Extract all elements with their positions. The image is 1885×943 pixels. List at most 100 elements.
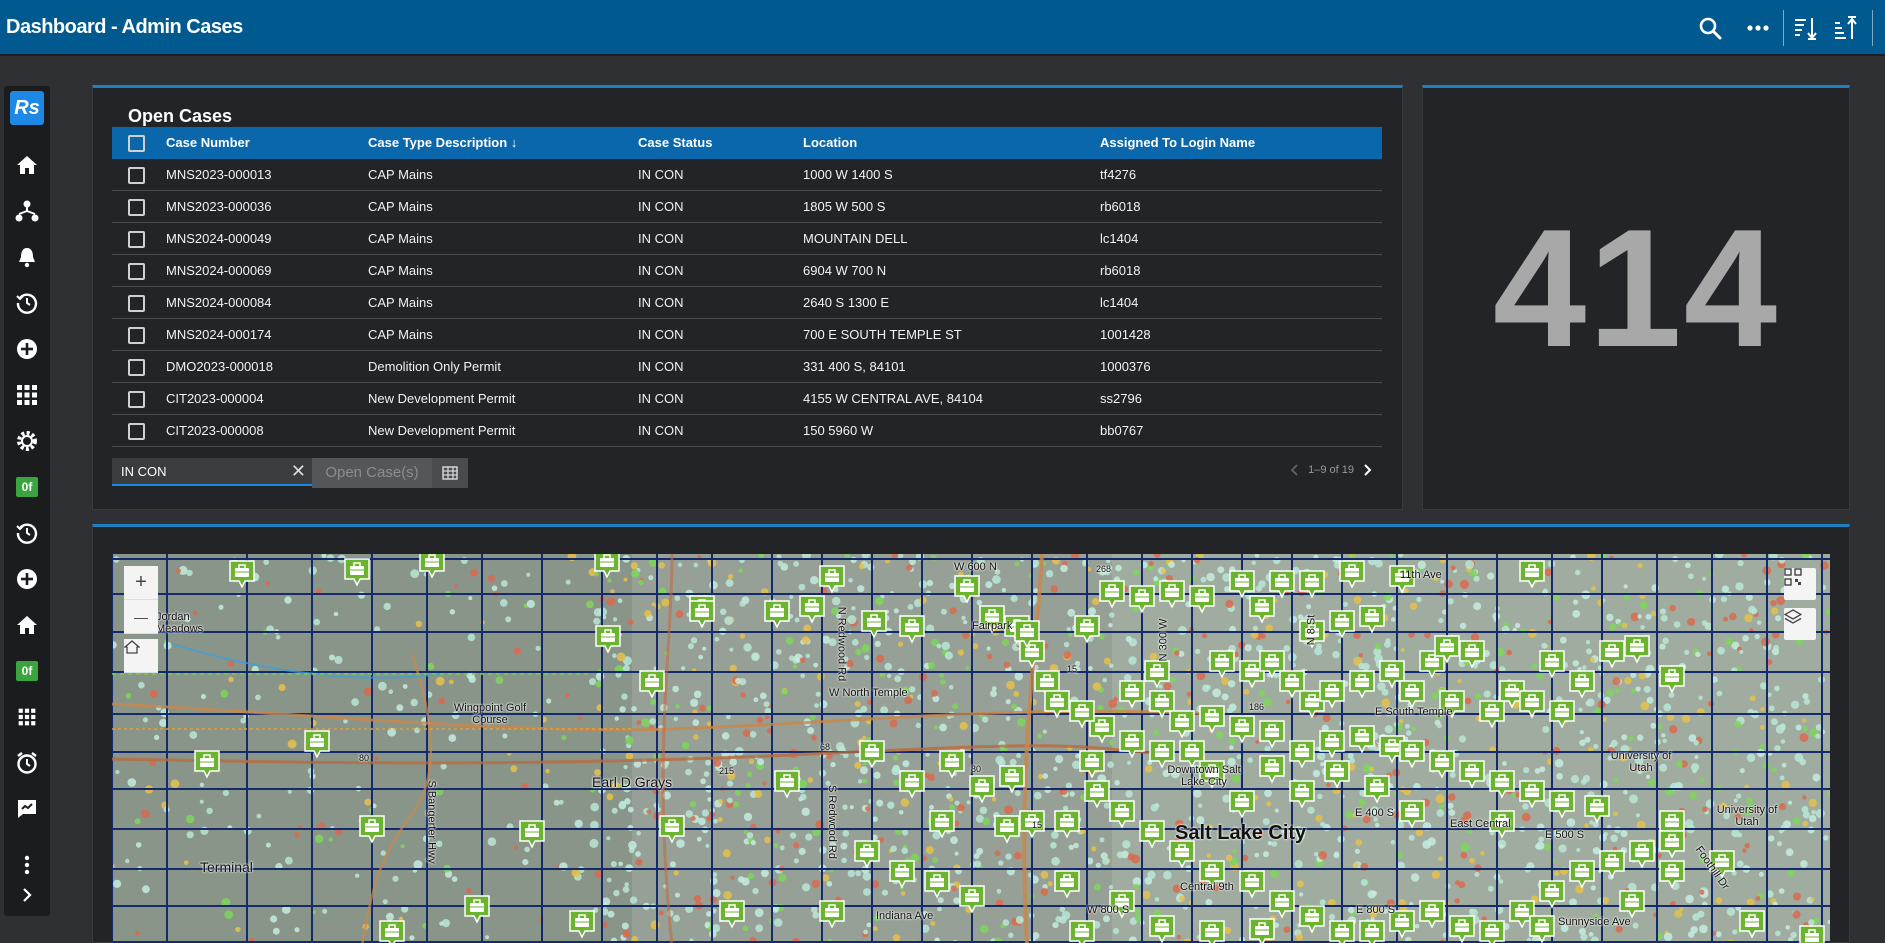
- case-pin[interactable]: [1458, 639, 1486, 669]
- app-logo[interactable]: Rs: [10, 91, 44, 125]
- case-pin[interactable]: [1073, 614, 1101, 644]
- case-pin[interactable]: [763, 599, 791, 629]
- case-pin[interactable]: [968, 774, 996, 804]
- case-pin[interactable]: [1228, 714, 1256, 744]
- case-pin[interactable]: [1078, 749, 1106, 779]
- case-pin[interactable]: [1013, 619, 1041, 649]
- home-nav-button-2[interactable]: [10, 608, 44, 642]
- sort-ascending-button[interactable]: [1830, 12, 1862, 44]
- case-pin[interactable]: [888, 859, 916, 889]
- search-button[interactable]: [1694, 12, 1726, 44]
- case-pin[interactable]: [303, 729, 331, 759]
- sort-descending-button[interactable]: [1790, 12, 1822, 44]
- case-pin[interactable]: [1598, 639, 1626, 669]
- case-pin[interactable]: [1198, 704, 1226, 734]
- row-checkbox[interactable]: [128, 391, 145, 408]
- case-pin[interactable]: [463, 894, 491, 924]
- row-checkbox[interactable]: [128, 359, 145, 376]
- case-pin[interactable]: [818, 899, 846, 929]
- case-pin[interactable]: [343, 557, 371, 587]
- case-pin[interactable]: [228, 559, 256, 589]
- case-pin[interactable]: [1208, 649, 1236, 679]
- case-pin[interactable]: [898, 769, 926, 799]
- case-pin[interactable]: [1548, 789, 1576, 819]
- row-checkbox[interactable]: [128, 199, 145, 216]
- case-pin[interactable]: [1348, 724, 1376, 754]
- case-pin[interactable]: [1418, 899, 1446, 929]
- layers-button[interactable]: [1784, 608, 1816, 640]
- case-pin[interactable]: [1618, 889, 1646, 919]
- case-pin[interactable]: [993, 814, 1021, 844]
- expand-rail-button[interactable]: [10, 878, 44, 912]
- case-pin[interactable]: [1158, 579, 1186, 609]
- case-pin[interactable]: [1288, 779, 1316, 809]
- select-all-checkbox[interactable]: [128, 135, 145, 152]
- case-pin[interactable]: [1098, 579, 1126, 609]
- case-pin[interactable]: [1318, 679, 1346, 709]
- notifications-nav-button[interactable]: [10, 240, 44, 274]
- table-row[interactable]: MNS2024-000069 CAP Mains IN CON 6904 W 700 …: [112, 255, 1382, 287]
- case-pin[interactable]: [860, 609, 888, 639]
- case-pin[interactable]: [1448, 914, 1476, 943]
- case-pin[interactable]: [1583, 794, 1611, 824]
- case-pin[interactable]: [1118, 679, 1146, 709]
- case-pin[interactable]: [594, 624, 622, 654]
- cases-map[interactable]: Jordan Meadows W 600 N 268 11th Ave Fair…: [112, 554, 1830, 943]
- case-pin[interactable]: [1328, 919, 1356, 943]
- case-pin[interactable]: [1738, 909, 1766, 939]
- case-pin[interactable]: [1363, 774, 1391, 804]
- table-view-button[interactable]: [432, 458, 468, 488]
- row-checkbox[interactable]: [128, 327, 145, 344]
- table-row[interactable]: MNS2023-000036 CAP Mains IN CON 1805 W 500 …: [112, 191, 1382, 223]
- case-pin[interactable]: [1628, 839, 1656, 869]
- case-pin[interactable]: [1258, 754, 1286, 784]
- case-pin[interactable]: [1188, 584, 1216, 614]
- home-nav-button[interactable]: [10, 148, 44, 182]
- case-pin[interactable]: [1398, 799, 1426, 829]
- feedback-nav-button[interactable]: [10, 792, 44, 826]
- case-pin[interactable]: [898, 614, 926, 644]
- counter-nav-button-2[interactable]: 0f: [10, 654, 44, 688]
- case-pin[interactable]: [1518, 559, 1546, 589]
- column-header-case-type[interactable]: Case Type Description ↓: [368, 127, 517, 159]
- case-pin[interactable]: [1053, 809, 1081, 839]
- case-pin[interactable]: [638, 669, 666, 699]
- case-pin[interactable]: [378, 919, 406, 943]
- case-pin[interactable]: [1128, 584, 1156, 614]
- case-pin[interactable]: [688, 599, 716, 629]
- zoom-in-button[interactable]: +: [124, 566, 158, 600]
- case-pin[interactable]: [1598, 849, 1626, 879]
- case-pin[interactable]: [1118, 729, 1146, 759]
- case-pin[interactable]: [953, 574, 981, 604]
- table-row[interactable]: CIT2023-000004 New Development Permit IN C…: [112, 383, 1382, 415]
- case-pin[interactable]: [1528, 914, 1556, 943]
- case-pin[interactable]: [1518, 689, 1546, 719]
- case-pin[interactable]: [1348, 669, 1376, 699]
- case-pin[interactable]: [1318, 729, 1346, 759]
- case-pin[interactable]: [1478, 919, 1506, 943]
- case-pin[interactable]: [818, 564, 846, 594]
- case-pin[interactable]: [773, 769, 801, 799]
- case-pin[interactable]: [1053, 869, 1081, 899]
- case-pin[interactable]: [958, 884, 986, 914]
- case-pin[interactable]: [1248, 917, 1276, 943]
- case-pin[interactable]: [1198, 919, 1226, 943]
- case-pin[interactable]: [1428, 749, 1456, 779]
- case-pin[interactable]: [1288, 739, 1316, 769]
- case-pin[interactable]: [1338, 559, 1366, 589]
- open-cases-button[interactable]: Open Case(s): [312, 458, 432, 488]
- map-home-button[interactable]: [124, 639, 158, 673]
- qr-scan-button[interactable]: [1784, 568, 1816, 600]
- case-pin[interactable]: [1518, 779, 1546, 809]
- case-pin[interactable]: [1568, 859, 1596, 889]
- alarm-nav-button[interactable]: [10, 746, 44, 780]
- case-pin[interactable]: [1043, 689, 1071, 719]
- column-header-assigned-to[interactable]: Assigned To Login Name: [1100, 127, 1255, 159]
- case-pin[interactable]: [1433, 634, 1461, 664]
- add-nav-button[interactable]: [10, 332, 44, 366]
- case-pin[interactable]: [1658, 664, 1686, 694]
- case-pin[interactable]: [853, 839, 881, 869]
- case-pin[interactable]: [1068, 919, 1096, 943]
- status-filter-input[interactable]: [112, 458, 282, 484]
- case-pin[interactable]: [358, 814, 386, 844]
